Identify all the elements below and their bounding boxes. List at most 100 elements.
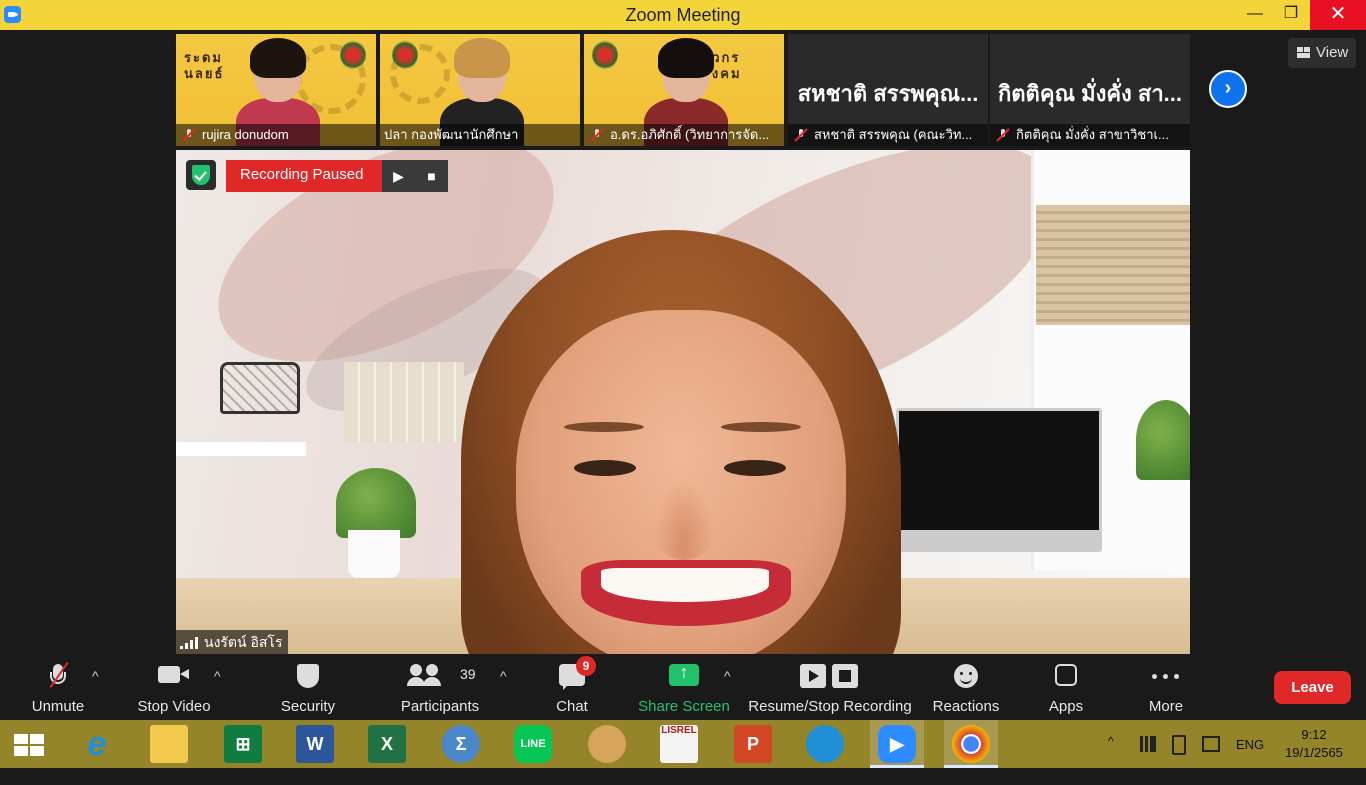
participants-count: 39 — [460, 666, 476, 682]
reactions-label: Reactions — [932, 698, 1000, 715]
wall-shelf — [176, 442, 306, 456]
security-shield-icon — [297, 664, 319, 688]
university-logo — [592, 40, 618, 70]
eyebrow — [721, 422, 801, 432]
participant-name: สหชาติ สรรพคุณ (คณะวิท... — [788, 124, 988, 146]
participant-tile[interactable]: ระดม นลยธ์ rujira donudom — [176, 34, 376, 146]
apps-icon — [1055, 664, 1077, 686]
next-page-button[interactable]: › — [1209, 70, 1247, 108]
banner-text: ระดม นลยธ์ — [184, 50, 225, 81]
leave-button[interactable]: Leave — [1274, 671, 1351, 704]
chat-button[interactable]: 9 Chat — [540, 654, 604, 720]
more-dots-icon — [1152, 674, 1180, 680]
network-icon[interactable] — [1140, 736, 1156, 752]
start-icon[interactable] — [14, 734, 44, 756]
paint-icon[interactable] — [588, 725, 626, 763]
grid-view-icon — [1297, 47, 1310, 58]
video-camera-icon — [158, 664, 190, 684]
unmute-button[interactable]: Unmute — [20, 654, 96, 720]
encryption-shield-button[interactable] — [186, 160, 216, 190]
lisrel-icon[interactable]: LISREL — [660, 725, 698, 763]
title-bar: Zoom Meeting — ❐ ✕ — [0, 0, 1366, 30]
reactions-button[interactable]: Reactions — [928, 654, 1004, 720]
plant — [1136, 400, 1190, 480]
share-screen-label: Share Screen — [638, 698, 730, 715]
participant-display-name: สหชาติ สรรพคุณ... — [797, 81, 979, 106]
participant-name: อ.ดร.อภิศักดิ์ (วิทยาการจัด... — [584, 124, 784, 146]
internet-explorer-icon[interactable]: e — [78, 725, 116, 763]
store-icon[interactable]: ⊞ — [224, 725, 262, 763]
stop-video-label: Stop Video — [137, 698, 211, 715]
participant-tile[interactable]: สหชาติ สรรพคุณ... สหชาติ สรรพคุณ (คณะวิท… — [788, 34, 988, 146]
participants-icon — [407, 664, 442, 686]
participant-tile[interactable]: กิตติคุณ มั่งคั่ง สา... กิตติคุณ มั่งคั่… — [990, 34, 1190, 146]
eye — [574, 460, 636, 476]
muted-microphone-icon — [49, 662, 69, 688]
window-blinds — [1036, 205, 1190, 325]
video-options-caret[interactable]: ^ — [214, 668, 221, 684]
security-button[interactable]: Security — [270, 654, 346, 720]
participants-button[interactable]: 39 Participants — [396, 654, 484, 720]
resume-stop-recording-button[interactable]: Resume/Stop Recording — [746, 654, 914, 720]
desk-monitor — [896, 408, 1102, 552]
chrome-icon[interactable] — [952, 725, 990, 763]
muted-mic-icon — [996, 128, 1010, 142]
more-button[interactable]: More — [1136, 654, 1196, 720]
powerpoint-icon[interactable]: P — [734, 725, 772, 763]
battery-icon[interactable] — [1172, 735, 1186, 755]
plant-pot — [348, 530, 400, 578]
participants-options-caret[interactable]: ^ — [500, 668, 507, 684]
resume-recording-button[interactable]: ▶ — [382, 160, 415, 192]
security-label: Security — [280, 698, 336, 715]
speaker-muted-icon[interactable] — [1202, 736, 1220, 752]
participant-display-name: กิตติคุณ มั่งคั่ง สา... — [997, 81, 1183, 106]
apps-label: Apps — [1048, 698, 1084, 715]
muted-mic-icon — [182, 128, 196, 142]
chat-label: Chat — [556, 698, 588, 715]
apps-button[interactable]: Apps — [1036, 654, 1096, 720]
books — [344, 362, 464, 442]
participant-name: ปลา กองพัฒนานักศึกษา — [380, 124, 580, 146]
word-icon[interactable]: W — [296, 725, 334, 763]
recording-controls-icon — [800, 664, 860, 688]
participant-tile[interactable]: ศวกร สังคม อ.ดร.อภิศักดิ์ (วิทยาการจัด... — [584, 34, 784, 146]
stop-video-button[interactable]: Stop Video — [132, 654, 216, 720]
share-screen-button[interactable]: Share Screen — [634, 654, 734, 720]
math-icon[interactable]: Σ — [442, 725, 480, 763]
active-speaker-video[interactable]: Recording Paused ▶ ■ นงรัตน์ อิสโร — [176, 150, 1190, 654]
edge-icon[interactable] — [806, 725, 844, 763]
view-button[interactable]: View — [1288, 38, 1356, 68]
excel-icon[interactable]: X — [368, 725, 406, 763]
close-button[interactable]: ✕ — [1310, 0, 1366, 30]
connection-signal-icon — [180, 637, 198, 649]
zoom-icon[interactable]: ▶ — [878, 725, 916, 763]
clock-time: 9:12 — [1301, 727, 1327, 742]
show-hidden-icons[interactable]: ^ — [1108, 734, 1114, 782]
shield-check-icon — [192, 165, 210, 185]
line-icon[interactable]: LINE — [514, 725, 552, 763]
participant-tile[interactable]: ปลา กองพัฒนานักศึกษา — [380, 34, 580, 146]
clock-date: 19/1/2565 — [1285, 745, 1343, 760]
recording-status-bar: Recording Paused ▶ ■ — [226, 160, 448, 192]
audio-options-caret[interactable]: ^ — [92, 668, 99, 684]
input-language[interactable]: ENG — [1236, 737, 1264, 785]
file-explorer-icon[interactable] — [150, 725, 188, 763]
muted-mic-icon — [590, 128, 604, 142]
share-screen-icon — [669, 662, 699, 686]
muted-mic-icon — [794, 128, 808, 142]
window-title: Zoom Meeting — [625, 5, 741, 25]
plant — [336, 468, 416, 538]
university-logo — [392, 40, 418, 70]
participants-label: Participants — [400, 698, 480, 715]
maximize-button[interactable]: ❐ — [1268, 0, 1314, 30]
system-clock[interactable]: 9:12 19/1/2565 — [1276, 726, 1352, 762]
eyebrow — [564, 422, 644, 432]
share-options-caret[interactable]: ^ — [724, 668, 731, 684]
basket — [220, 362, 300, 414]
nose — [654, 480, 714, 560]
more-label: More — [1148, 698, 1184, 715]
university-logo — [340, 40, 366, 70]
eye — [724, 460, 786, 476]
stop-recording-button[interactable]: ■ — [415, 160, 448, 192]
unmute-label: Unmute — [31, 698, 85, 715]
